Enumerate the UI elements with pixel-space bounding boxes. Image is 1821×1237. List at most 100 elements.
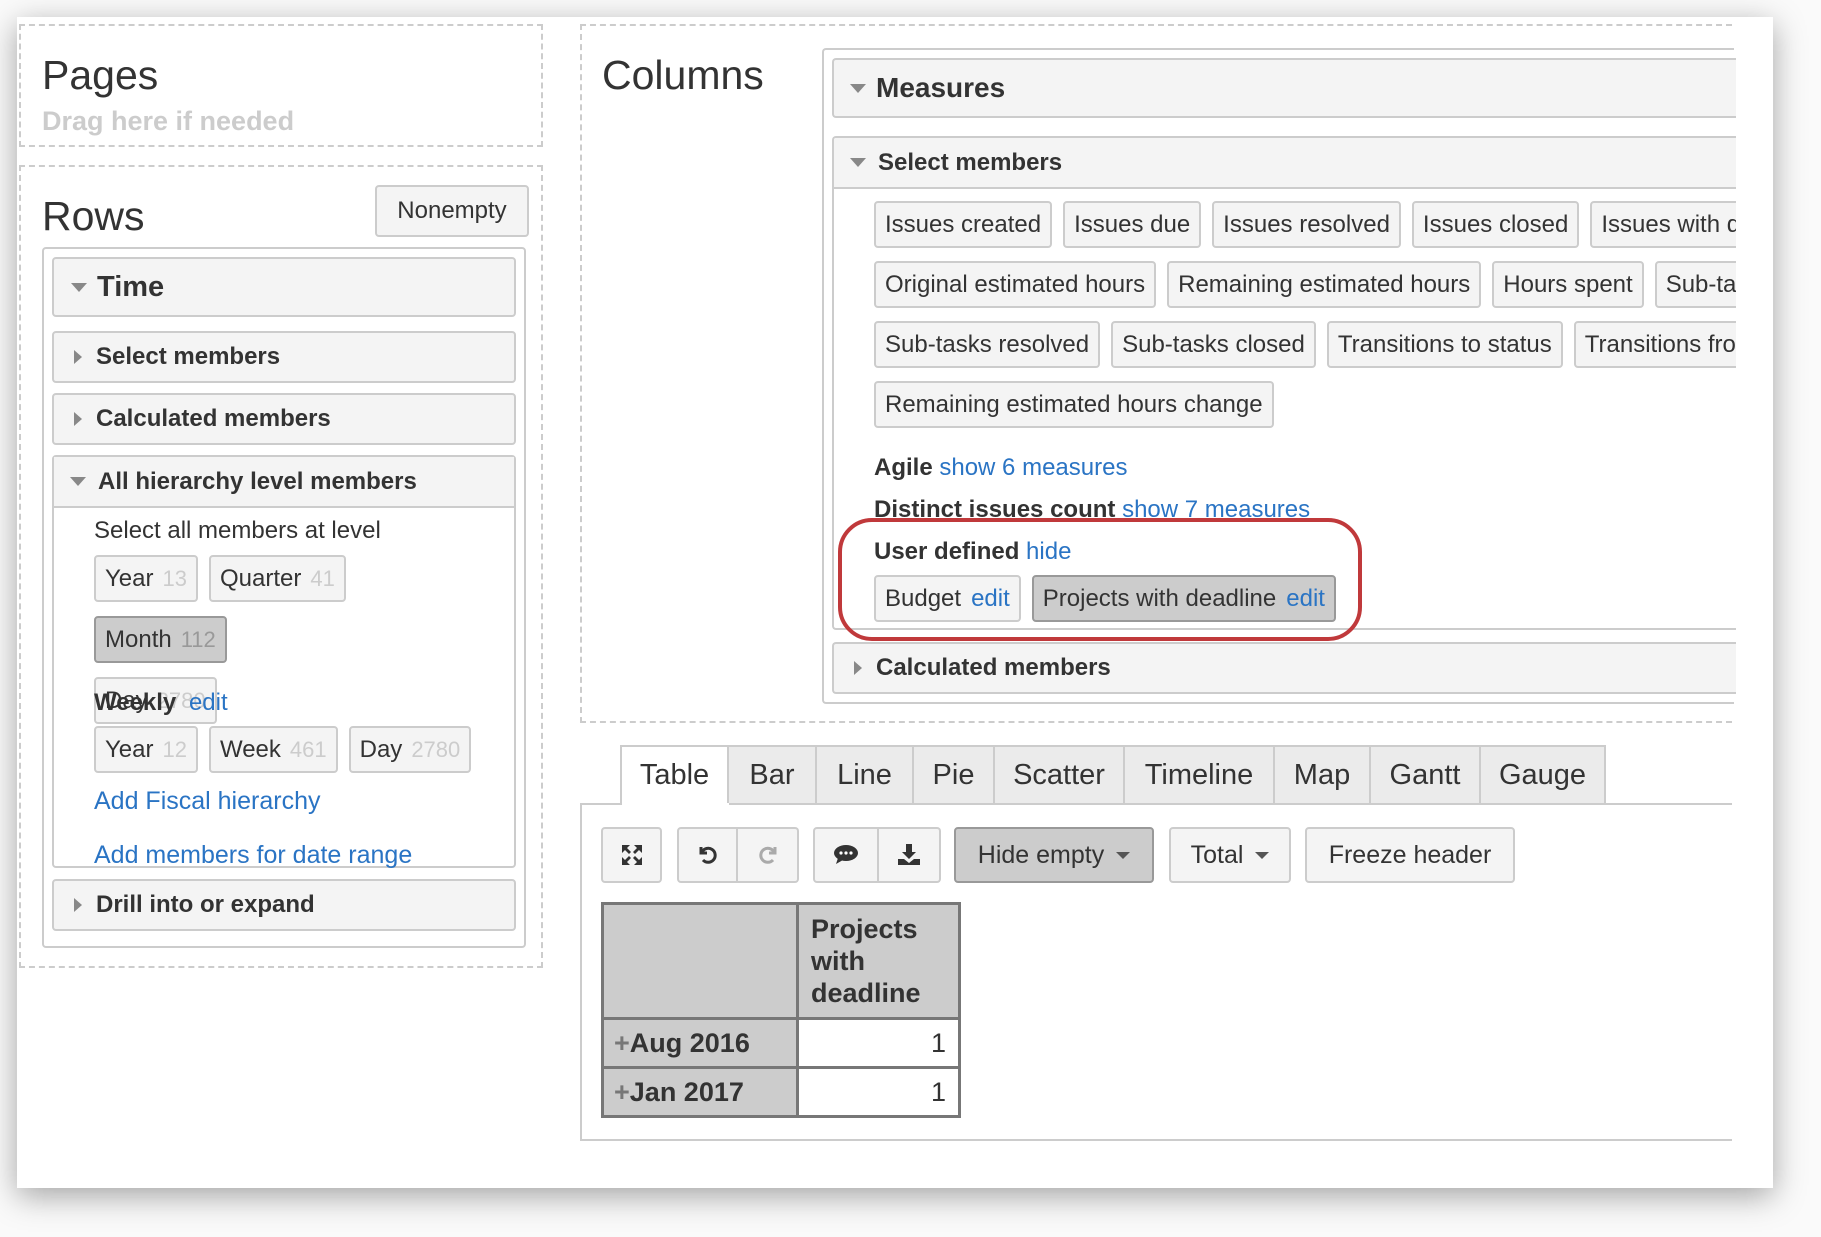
pages-hint: Drag here if needed [42, 106, 295, 136]
undo-button[interactable] [677, 827, 738, 883]
time-dimension-header[interactable]: Time [52, 257, 516, 317]
measure-chip[interactable]: Issues with d [1590, 201, 1736, 248]
freeze-header-button[interactable]: Freeze header [1305, 827, 1515, 883]
measure-chip[interactable]: Hours spent [1492, 261, 1644, 308]
all-levels-header[interactable]: All hierarchy level members [54, 457, 514, 508]
redo-button[interactable] [738, 827, 799, 883]
all-levels-section: All hierarchy level members Select all m… [52, 455, 516, 870]
tab-line[interactable]: Line [815, 745, 912, 805]
highlight-annotation [838, 518, 1362, 641]
caret-down-icon [1116, 851, 1131, 859]
weekly-edit-link[interactable]: edit [189, 689, 228, 716]
export-button[interactable] [879, 827, 941, 883]
drill-label: Drill into or expand [96, 891, 315, 918]
weekly-chip-day[interactable]: Day 2780 [348, 726, 472, 773]
tab-map[interactable]: Map [1273, 745, 1369, 805]
calculated-members-section[interactable]: Calculated members [832, 642, 1736, 694]
measure-chip[interactable]: Issues resolved [1212, 201, 1401, 248]
undo-redo-group [677, 827, 799, 883]
fullscreen-button[interactable] [601, 827, 662, 883]
redo-icon [758, 846, 776, 864]
corner-cell [601, 902, 799, 1020]
time-dimension-label: Time [97, 270, 165, 303]
total-dropdown[interactable]: Total [1169, 827, 1291, 883]
measure-chip-row: Issues created Issues due Issues resolved I… [874, 201, 1736, 262]
weekly-hierarchy: Weekly edit [94, 689, 228, 717]
measure-chip[interactable]: Remaining estimated hours change [874, 381, 1274, 428]
agile-label: Agile [874, 454, 933, 481]
measure-chip[interactable]: Transitions fro [1573, 321, 1736, 368]
table-row: +Aug 2016 1 [601, 1017, 961, 1069]
pages-title: Pages [42, 52, 159, 98]
tab-timeline[interactable]: Timeline [1123, 745, 1273, 805]
measure-chip-row: Sub-tasks resolved Sub-tasks closed Transi… [874, 321, 1736, 382]
row-header[interactable]: +Jan 2017 [601, 1066, 799, 1118]
tab-scatter[interactable]: Scatter [993, 745, 1123, 805]
rows-title: Rows [42, 193, 145, 239]
expand-icon [854, 661, 862, 675]
results-area: Table Bar Line Pie Scatter Timeline Map … [580, 745, 1732, 1141]
hide-empty-dropdown[interactable]: Hide empty [954, 827, 1154, 883]
select-members-section[interactable]: Select members [52, 331, 516, 383]
weekly-chip-year[interactable]: Year 12 [94, 726, 198, 773]
weekly-label: Weekly [94, 689, 177, 716]
column-header: Projects with deadline [796, 902, 961, 1020]
tab-table[interactable]: Table [620, 745, 727, 805]
tab-pie[interactable]: Pie [912, 745, 993, 805]
collapse-icon [850, 158, 866, 167]
download-icon [898, 844, 920, 865]
measure-chip[interactable]: Issues due [1063, 201, 1202, 248]
add-fiscal-hierarchy-link[interactable]: Add Fiscal hierarchy [94, 787, 320, 816]
collapse-icon [850, 83, 866, 93]
expand-icon [74, 412, 82, 426]
columns-title: Columns [602, 52, 764, 98]
pivot-table: Projects with deadline +Aug 2016 1 +Jan … [601, 902, 961, 1118]
table-cell: 1 [796, 1066, 961, 1118]
tab-gauge[interactable]: Gauge [1479, 745, 1604, 805]
pages-dropzone[interactable]: Pages Drag here if needed [19, 24, 543, 147]
measure-chip-row: Remaining estimated hours change [874, 381, 1285, 442]
agile-show-link[interactable]: show 6 measures [939, 454, 1127, 481]
measure-chip[interactable]: Sub-tas [1654, 261, 1736, 308]
caret-down-icon [1255, 851, 1270, 859]
weekly-chip-week[interactable]: Week 461 [208, 726, 338, 773]
all-levels-label: All hierarchy level members [98, 467, 417, 495]
measure-chip[interactable]: Sub-tasks resolved [874, 321, 1101, 368]
measure-chip[interactable]: Original estimated hours [874, 261, 1157, 308]
measure-chip[interactable]: Sub-tasks closed [1111, 321, 1316, 368]
level-chip-month[interactable]: Month 112 [94, 616, 227, 663]
level-chip-year[interactable]: Year 13 [94, 555, 198, 602]
time-dimension-panel: Time Select members Calculated members A… [42, 247, 526, 948]
select-members-header[interactable]: Select members [834, 138, 1736, 189]
measures-label: Measures [876, 72, 1006, 103]
measure-chip[interactable]: Remaining estimated hours [1167, 261, 1482, 308]
tab-gantt[interactable]: Gantt [1369, 745, 1479, 805]
calculated-members-section[interactable]: Calculated members [52, 393, 516, 445]
select-members-label: Select members [878, 148, 1063, 176]
add-date-range-link[interactable]: Add members for date range [94, 841, 412, 870]
plus-icon[interactable]: + [614, 1077, 630, 1107]
measure-chip[interactable]: Issues closed [1411, 201, 1580, 248]
table-cell: 1 [796, 1017, 961, 1069]
agile-group: Agile show 6 measures [874, 454, 1127, 482]
measure-chip[interactable]: Issues created [874, 201, 1053, 248]
table-row: +Jan 2017 1 [601, 1066, 961, 1118]
rows-dropzone: Rows Nonempty Time Select members Calcul… [19, 165, 543, 968]
weekly-level-chips: Year 12 Week 461 Day 2780 [94, 726, 514, 787]
tab-bar[interactable]: Bar [727, 745, 815, 805]
measures-header[interactable]: Measures [832, 58, 1736, 118]
comment-button[interactable] [813, 827, 879, 883]
collapse-icon [71, 282, 87, 292]
table-header-row: Projects with deadline [601, 902, 961, 1020]
drill-section[interactable]: Drill into or expand [52, 879, 516, 931]
select-all-label: Select all members at level [94, 517, 381, 544]
collapse-icon [70, 477, 86, 486]
nonempty-button[interactable]: Nonempty [375, 185, 529, 237]
expand-arrows-icon [621, 845, 642, 865]
expand-icon [74, 350, 82, 364]
calculated-members-label: Calculated members [876, 654, 1111, 681]
row-header[interactable]: +Aug 2016 [601, 1017, 799, 1069]
measure-chip[interactable]: Transitions to status [1326, 321, 1563, 368]
level-chip-quarter[interactable]: Quarter 41 [208, 555, 346, 602]
plus-icon[interactable]: + [614, 1028, 630, 1058]
